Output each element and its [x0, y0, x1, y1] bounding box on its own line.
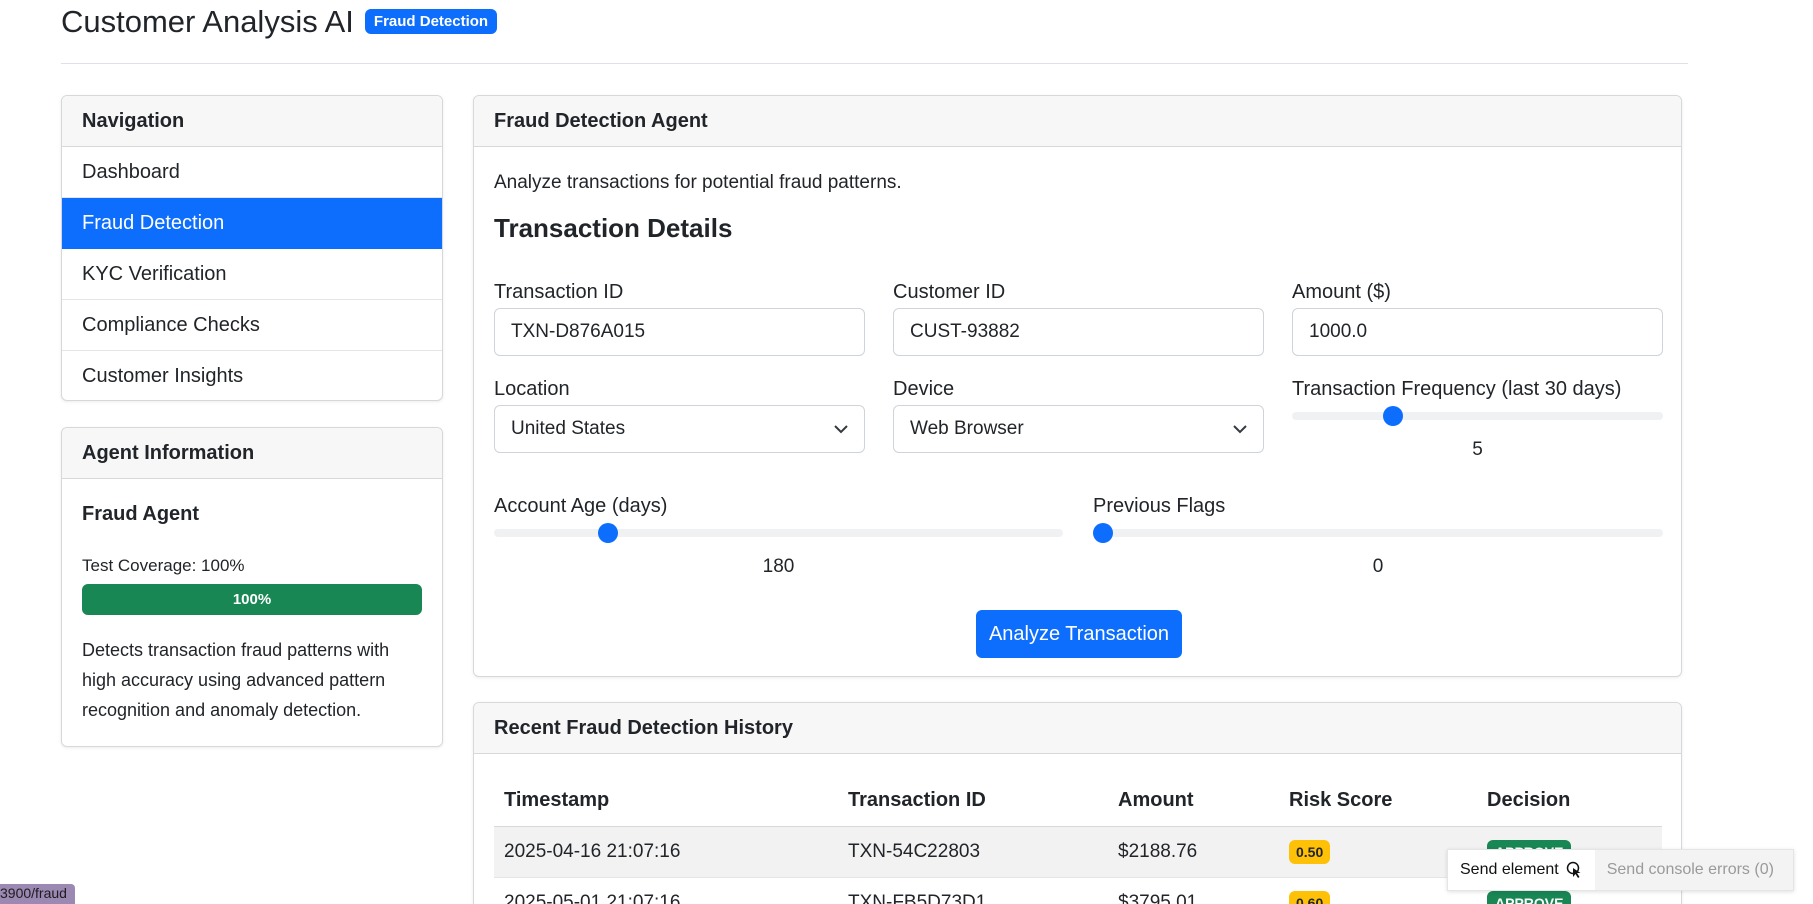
- previous-flags-label: Previous Flags: [1093, 495, 1226, 517]
- row-transaction-id: TXN-FB5D73D1: [838, 877, 1108, 904]
- customer-id-label: Customer ID: [893, 281, 1006, 303]
- send-element-label: Send element: [1460, 861, 1559, 878]
- fraud-agent-title: Fraud Detection Agent: [474, 96, 1681, 147]
- account-age-slider[interactable]: [494, 523, 1063, 543]
- devtools-toolbar: Send element Send console errors (0): [1447, 849, 1794, 891]
- frequency-slider[interactable]: [1292, 406, 1663, 426]
- previous-flags-value: 0: [1372, 556, 1384, 577]
- send-console-errors-button[interactable]: Send console errors (0): [1594, 850, 1793, 890]
- location-select[interactable]: United States: [494, 405, 865, 453]
- coverage-progress-bar: 100%: [82, 584, 422, 615]
- frequency-value: 5: [1472, 439, 1483, 460]
- column-header-decision: Decision: [1477, 776, 1662, 827]
- nav-item-compliance-checks[interactable]: Compliance Checks: [62, 300, 442, 351]
- nav-item-dashboard[interactable]: Dashboard: [62, 147, 442, 198]
- intro-text: Analyze transactions for potential fraud…: [494, 172, 902, 193]
- account-age-value: 180: [762, 556, 795, 577]
- location-selected-value: United States: [511, 418, 626, 439]
- transaction-details-heading: Transaction Details: [494, 213, 733, 243]
- app-title: Customer Analysis AI: [61, 3, 354, 39]
- table-header-row: Timestamp Transaction ID Amount Risk Sco…: [494, 776, 1662, 827]
- send-element-button[interactable]: Send element: [1448, 850, 1595, 890]
- transaction-id-input[interactable]: TXN-D876A015: [494, 308, 865, 356]
- url-status-tag: 3900/fraud: [0, 884, 75, 904]
- navigation-title: Navigation: [62, 96, 442, 147]
- frequency-label: Transaction Frequency (last 30 days): [1292, 378, 1622, 400]
- agent-info-title: Agent Information: [62, 428, 442, 479]
- transaction-id-label: Transaction ID: [494, 281, 624, 303]
- previous-flags-slider[interactable]: [1093, 523, 1663, 543]
- amount-input[interactable]: 1000.0: [1292, 308, 1663, 356]
- device-select[interactable]: Web Browser: [893, 405, 1264, 453]
- row-transaction-id: TXN-54C22803: [838, 826, 1108, 878]
- column-header-amount: Amount: [1108, 776, 1279, 827]
- nav-item-kyc-verification[interactable]: KYC Verification: [62, 249, 442, 300]
- coverage-label: Test Coverage: 100%: [82, 556, 245, 575]
- account-age-slider-thumb[interactable]: [598, 523, 619, 543]
- decision-badge: APPROVE: [1487, 890, 1572, 904]
- frequency-slider-thumb[interactable]: [1383, 406, 1404, 426]
- agent-name: Fraud Agent: [82, 503, 200, 525]
- amount-label: Amount ($): [1292, 281, 1391, 303]
- fraud-agent-card: Fraud Detection Agent Analyze transactio…: [473, 95, 1682, 677]
- device-selected-value: Web Browser: [910, 418, 1024, 439]
- page-header: Customer Analysis AI Fraud Detection: [61, 0, 1688, 64]
- page-badge: Fraud Detection: [364, 9, 498, 34]
- coverage-progress-fill: 100%: [82, 584, 422, 615]
- location-label: Location: [494, 378, 570, 400]
- chevron-down-icon: [834, 425, 848, 434]
- column-header-transaction-id: Transaction ID: [838, 776, 1108, 827]
- risk-score-badge: 0.60: [1289, 890, 1331, 904]
- column-header-timestamp: Timestamp: [494, 776, 838, 827]
- agent-description: Detects transaction fraud patterns with …: [82, 640, 390, 720]
- row-amount: $3795.01: [1108, 877, 1279, 904]
- previous-flags-slider-thumb[interactable]: [1093, 523, 1113, 543]
- analyze-transaction-button[interactable]: Analyze Transaction: [976, 610, 1182, 658]
- chevron-down-icon: [1233, 425, 1247, 434]
- customer-id-input[interactable]: CUST-93882: [893, 308, 1264, 356]
- agent-info-card: Agent Information Fraud Agent Test Cover…: [61, 427, 443, 747]
- device-label: Device: [893, 378, 955, 400]
- risk-score-badge: 0.50: [1289, 839, 1331, 864]
- row-timestamp: 2025-04-16 21:07:16: [494, 826, 838, 878]
- nav-item-customer-insights[interactable]: Customer Insights: [62, 351, 442, 400]
- pointer-select-icon: [1566, 861, 1581, 878]
- nav-item-fraud-detection[interactable]: Fraud Detection: [62, 198, 442, 249]
- row-amount: $2188.76: [1108, 826, 1279, 878]
- row-timestamp: 2025-05-01 21:07:16: [494, 877, 838, 904]
- navigation-card: Navigation Dashboard Fraud Detection KYC…: [61, 95, 443, 401]
- column-header-risk-score: Risk Score: [1279, 776, 1477, 827]
- fraud-history-title: Recent Fraud Detection History: [474, 703, 1681, 754]
- account-age-label: Account Age (days): [494, 495, 668, 517]
